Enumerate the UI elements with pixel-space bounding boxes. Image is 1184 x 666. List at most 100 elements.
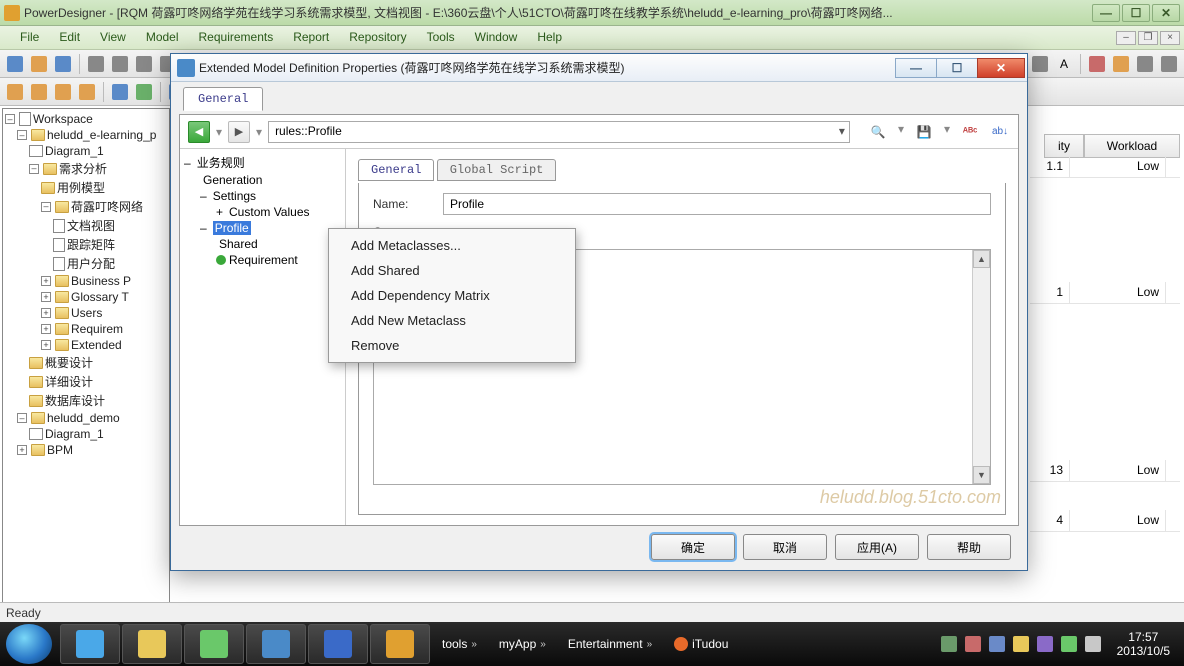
tree-workspace-root[interactable]: –Workspace <box>5 111 167 127</box>
mdi-minimize-button[interactable]: – <box>1116 31 1136 45</box>
tree-node[interactable]: +Business P <box>5 273 167 289</box>
task-explorer-icon[interactable] <box>122 624 182 664</box>
tb2-icon-3[interactable] <box>52 81 74 103</box>
start-button[interactable] <box>6 624 52 664</box>
tb-copy-icon[interactable] <box>133 53 155 75</box>
tree-node[interactable]: 用例模型 <box>5 178 167 197</box>
tb-brush-icon[interactable] <box>1086 53 1108 75</box>
cm-add-shared[interactable]: Add Shared <box>331 258 573 283</box>
task-entertainment[interactable]: Entertainment» <box>558 637 662 651</box>
dialog-close-button[interactable]: ✕ <box>977 58 1025 78</box>
tab-general[interactable]: General <box>183 87 263 111</box>
tree-node[interactable]: +Requirem <box>5 321 167 337</box>
tray-icon[interactable] <box>941 636 957 652</box>
tray-icon[interactable] <box>989 636 1005 652</box>
workspace-tree-panel[interactable]: –Workspace –heludd_e-learning_p Diagram_… <box>2 108 170 620</box>
grid-col-ity[interactable]: ity <box>1044 134 1084 158</box>
tree-node[interactable]: Diagram_1 <box>5 426 167 442</box>
tree-generation[interactable]: Generation <box>184 172 341 188</box>
grid-col-workload[interactable]: Workload <box>1084 134 1180 158</box>
tb-shadow-icon[interactable] <box>1134 53 1156 75</box>
tree-node[interactable]: 概要设计 <box>5 353 167 372</box>
menu-help[interactable]: Help <box>527 26 572 49</box>
task-word-icon[interactable] <box>308 624 368 664</box>
tree-requirement[interactable]: Requirement <box>184 252 341 268</box>
tree-node[interactable]: +Extended <box>5 337 167 353</box>
tree-node[interactable]: +Users <box>5 305 167 321</box>
tree-node[interactable]: Diagram_1 <box>5 143 167 159</box>
spellcheck-icon[interactable]: ᴬᴮᶜ <box>960 122 980 142</box>
tree-node[interactable]: –heludd_e-learning_p <box>5 127 167 143</box>
tb2-icon-4[interactable] <box>76 81 98 103</box>
tray-icon[interactable] <box>965 636 981 652</box>
task-ie-icon[interactable] <box>60 624 120 664</box>
tree-node[interactable]: +Glossary T <box>5 289 167 305</box>
tray-icon[interactable] <box>1037 636 1053 652</box>
tree-node[interactable]: 跟踪矩阵 <box>5 235 167 254</box>
tb-new-icon[interactable] <box>4 53 26 75</box>
inner-tab-general[interactable]: General <box>358 159 434 181</box>
tree-shared[interactable]: Shared <box>184 236 341 252</box>
task-app1-icon[interactable] <box>184 624 244 664</box>
tree-node[interactable]: 详细设计 <box>5 372 167 391</box>
tree-node[interactable]: –荷露叮咚网络 <box>5 197 167 216</box>
table-row[interactable]: 1Low <box>1030 282 1180 304</box>
table-row[interactable]: 13Low <box>1030 460 1180 482</box>
scroll-down-icon[interactable]: ▼ <box>973 466 990 484</box>
mdi-close-button[interactable]: × <box>1160 31 1180 45</box>
scroll-up-icon[interactable]: ▲ <box>973 250 990 268</box>
tree-settings[interactable]: –Settings <box>184 188 341 204</box>
dialog-minimize-button[interactable]: — <box>895 58 937 78</box>
tb-lock-icon[interactable] <box>1158 53 1180 75</box>
tray-icon[interactable] <box>1085 636 1101 652</box>
menu-file[interactable]: File <box>10 26 49 49</box>
menu-tools[interactable]: Tools <box>417 26 465 49</box>
tb-open-icon[interactable] <box>28 53 50 75</box>
breadcrumb-dropdown[interactable]: rules::Profile <box>268 121 850 143</box>
cm-add-metaclasses[interactable]: Add Metaclasses... <box>331 233 573 258</box>
inner-tab-global-script[interactable]: Global Script <box>437 159 557 181</box>
menu-view[interactable]: View <box>90 26 136 49</box>
task-powerdesigner-icon[interactable] <box>370 624 430 664</box>
scrollbar[interactable]: ▲ ▼ <box>972 250 990 484</box>
tree-node[interactable]: +BPM <box>5 442 167 458</box>
cm-add-dependency-matrix[interactable]: Add Dependency Matrix <box>331 283 573 308</box>
sort-icon[interactable]: ab↓ <box>990 122 1010 142</box>
tb2-icon-5[interactable] <box>109 81 131 103</box>
clock[interactable]: 17:57 2013/10/5 <box>1109 630 1178 659</box>
maximize-button[interactable]: ☐ <box>1122 4 1150 22</box>
search-icon[interactable]: 🔍 <box>868 122 888 142</box>
tb2-icon-2[interactable] <box>28 81 50 103</box>
dialog-maximize-button[interactable]: ☐ <box>936 58 978 78</box>
tb-cut-icon[interactable] <box>109 53 131 75</box>
table-row[interactable]: 1.1Low <box>1030 156 1180 178</box>
menu-model[interactable]: Model <box>136 26 189 49</box>
dialog-left-tree[interactable]: –业务规则 Generation –Settings +Custom Value… <box>180 149 346 525</box>
tree-root-rules[interactable]: –业务规则 <box>184 153 341 172</box>
tb-save-icon[interactable] <box>52 53 74 75</box>
tray-icon[interactable] <box>1061 636 1077 652</box>
tray-icon[interactable] <box>1013 636 1029 652</box>
tree-node[interactable]: 文档视图 <box>5 216 167 235</box>
close-button[interactable]: ✕ <box>1152 4 1180 22</box>
tb-text-a-icon[interactable]: A <box>1053 53 1075 75</box>
task-myapp[interactable]: myApp» <box>489 637 556 651</box>
cancel-button[interactable]: 取消 <box>743 534 827 560</box>
tb2-icon-1[interactable] <box>4 81 26 103</box>
cm-add-new-metaclass[interactable]: Add New Metaclass <box>331 308 573 333</box>
save-icon[interactable]: 💾 <box>914 122 934 142</box>
menu-repository[interactable]: Repository <box>339 26 416 49</box>
tree-node[interactable]: 数据库设计 <box>5 391 167 410</box>
help-button[interactable]: 帮助 <box>927 534 1011 560</box>
tree-node[interactable]: –heludd_demo <box>5 410 167 426</box>
name-input[interactable] <box>443 193 991 215</box>
tb2-icon-6[interactable] <box>133 81 155 103</box>
task-itudou[interactable]: iTudou <box>664 637 738 651</box>
tree-profile[interactable]: –Profile <box>184 220 341 236</box>
tree-node[interactable]: 用户分配 <box>5 254 167 273</box>
menu-window[interactable]: Window <box>465 26 528 49</box>
cm-remove[interactable]: Remove <box>331 333 573 358</box>
nav-forward-button[interactable]: ▶ <box>228 121 250 143</box>
apply-button[interactable]: 应用(A) <box>835 534 919 560</box>
ok-button[interactable]: 确定 <box>651 534 735 560</box>
